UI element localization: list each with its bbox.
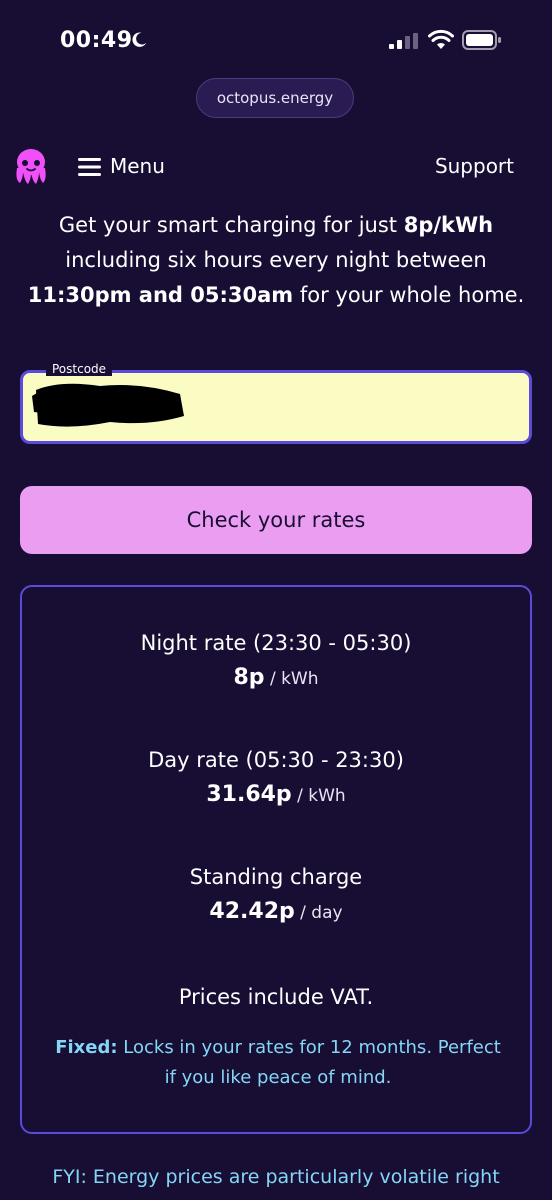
night-rate-value: 8p / kWh [22,665,530,690]
url-bar[interactable]: octopus.energy [196,78,354,118]
vat-note: Prices include VAT. [178,985,374,1009]
intro-part2: including six hours every night between [65,248,487,272]
day-rate-price: 31.64p [206,782,292,807]
standing-charge-price: 42.42p [209,899,295,924]
octopus-logo-icon[interactable] [12,146,50,186]
day-rate-value: 31.64p / kWh [22,782,530,807]
moon-icon [132,32,147,47]
redaction-scribble [32,383,184,427]
day-rate-title: Day rate (05:30 - 23:30) [148,748,404,772]
wifi-icon [428,29,454,49]
check-your-rates-button[interactable]: Check your rates [20,486,532,554]
day-rate-unit: / kWh [291,786,346,806]
standing-charge-value: 42.42p / day [22,899,530,924]
menu-button[interactable]: Menu [110,154,165,178]
standing-charge-unit: / day [294,903,343,923]
fixed-label: Fixed: [55,1037,118,1058]
standing-charge-block: Standing charge 42.42p / day [22,865,530,924]
intro-times: 11:30pm and 05:30am [27,283,294,307]
hamburger-menu-icon[interactable] [78,156,101,178]
status-bar: 00:49 [0,0,552,80]
postcode-label: Postcode [46,362,113,376]
fyi-note: FYI: Energy prices are particularly vola… [52,1166,500,1188]
intro-part1: Get your smart charging for just [58,213,404,237]
battery-icon [462,30,501,50]
night-rate-price: 8p [233,665,265,690]
night-rate-unit: / kWh [264,669,319,689]
fixed-note: Fixed: Locks in your rates for 12 months… [52,1033,504,1093]
support-link[interactable]: Support [435,154,514,178]
night-rate-block: Night rate (23:30 - 05:30) 8p / kWh [22,631,530,690]
intro-price: 8p/kWh [403,213,494,237]
night-rate-title: Night rate (23:30 - 05:30) [140,631,412,655]
day-rate-block: Day rate (05:30 - 23:30) 31.64p / kWh [22,748,530,807]
signal-icon [389,33,418,49]
intro-part3: for your whole home. [293,283,525,307]
rates-card: Night rate (23:30 - 05:30) 8p / kWh Day … [20,585,532,1134]
intro-text: Get your smart charging for just 8p/kWh … [18,208,534,313]
standing-charge-title: Standing charge [189,865,363,889]
status-time: 00:49 [60,28,133,53]
fixed-text: Locks in your rates for 12 months. Perfe… [117,1037,501,1088]
